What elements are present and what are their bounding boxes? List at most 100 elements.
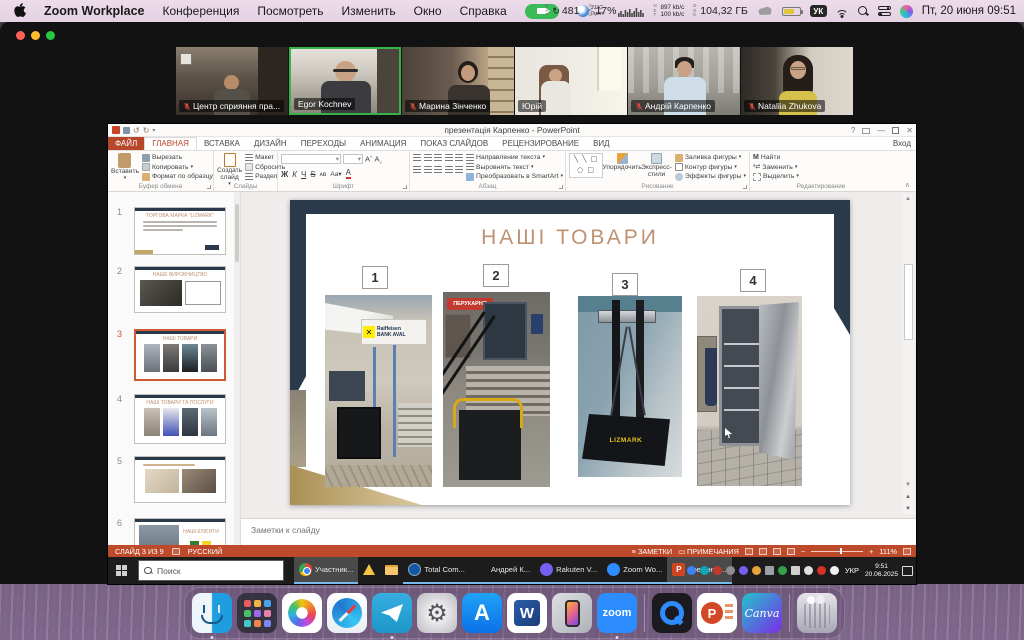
zoom-level[interactable]: 111%	[879, 547, 897, 556]
justify-button[interactable]	[445, 166, 453, 174]
battery-icon[interactable]	[782, 7, 801, 16]
telegram-icon[interactable]	[372, 593, 412, 633]
product-photo-2[interactable]: ПЕРУКАРНЯ	[443, 292, 550, 487]
spellcheck-icon[interactable]	[172, 548, 180, 555]
number-label-1[interactable]: 1	[362, 266, 388, 289]
tray-icon[interactable]	[726, 566, 735, 575]
zoom-in-button[interactable]: +	[869, 547, 873, 556]
tray-icon[interactable]	[700, 566, 709, 575]
notes-toggle[interactable]: ≡ ЗАМЕТКИ	[632, 547, 672, 556]
bullets-button[interactable]	[413, 154, 421, 162]
siri-icon[interactable]	[900, 5, 913, 18]
canva-icon[interactable]: Canva	[742, 593, 782, 633]
cut-button[interactable]: Вырезать	[142, 153, 213, 163]
tab-file[interactable]: ФАЙЛ	[108, 137, 144, 150]
text-direction-button[interactable]: Направление текста▾	[466, 153, 563, 163]
product-photo-3[interactable]: LIZMARK	[578, 296, 682, 477]
powerpoint-dock-icon[interactable]: P	[697, 593, 737, 633]
number-label-3[interactable]: 3	[612, 273, 638, 296]
char-spacing-button[interactable]: ᴀʙ	[320, 171, 327, 178]
arrange-button[interactable]: Упорядочить	[606, 153, 638, 171]
tray-language[interactable]: УКР	[843, 566, 861, 575]
editor-scrollbar[interactable]: ▲ ▼ ▲ ▼	[903, 194, 914, 514]
taskbar-viber[interactable]: Rakuten V...	[535, 557, 602, 584]
apple-menu-icon[interactable]	[14, 3, 26, 20]
taskbar-total-commander[interactable]: Total Com...	[403, 557, 470, 584]
system-settings-icon[interactable]: ⚙	[417, 593, 457, 633]
shapes-gallery[interactable]: ╲ ╲ □ ○ □△ ⌣ ⌐ } ☆	[569, 153, 603, 178]
tray-icon[interactable]	[713, 566, 722, 575]
font-name-combo[interactable]: ▾	[281, 154, 341, 164]
language-status[interactable]: РУССКИЙ	[188, 547, 223, 556]
tray-mic-icon[interactable]	[830, 566, 839, 575]
find-button[interactable]: МНайти	[753, 153, 889, 163]
photos-icon[interactable]	[282, 593, 322, 633]
tab-home[interactable]: ГЛАВНАЯ	[144, 137, 197, 150]
normal-view-button[interactable]	[745, 548, 753, 555]
underline-button[interactable]: Ч	[301, 170, 306, 179]
slide-thumbnail-4[interactable]: НАШІ ТОВАРИ ТА ПОСЛУГИ	[134, 394, 226, 444]
launchpad-icon[interactable]	[237, 593, 277, 633]
tray-icon[interactable]	[739, 566, 748, 575]
taskbar-chrome-profile[interactable]: Андрей К...	[470, 557, 535, 584]
quick-styles-button[interactable]: Экспресс-стили	[641, 153, 672, 178]
change-case-button[interactable]: Аа▾	[330, 170, 341, 178]
tray-network-icon[interactable]	[765, 566, 774, 575]
align-center-button[interactable]	[424, 166, 432, 174]
slide-title-textbox[interactable]: НАШІ ТОВАРИ	[290, 226, 850, 250]
menu-window[interactable]: Окно	[414, 4, 442, 18]
slide-thumbnail-3-selected[interactable]: НАШІ ТОВАРИ	[134, 329, 226, 381]
trash-icon[interactable]	[797, 593, 837, 633]
product-photo-4[interactable]	[697, 296, 802, 486]
tab-view[interactable]: ВИД	[586, 137, 617, 150]
safari-icon[interactable]	[327, 593, 367, 633]
select-button[interactable]: Выделить▾	[753, 172, 889, 182]
shape-fill-button[interactable]: Заливка фигуры▾	[675, 153, 746, 163]
spotlight-search-icon[interactable]	[858, 6, 869, 17]
taskbar-chrome-participant[interactable]: Участник...	[294, 557, 358, 584]
slide-sorter-view-button[interactable]	[759, 548, 767, 555]
tab-review[interactable]: РЕЦЕНЗИРОВАНИЕ	[495, 137, 586, 150]
participant-tile[interactable]: Центр сприяння пра...	[176, 47, 288, 115]
slideshow-button[interactable]	[787, 548, 795, 555]
disk-status[interactable]: DSK104,32 ГБ	[693, 4, 748, 18]
control-center-icon[interactable]	[878, 6, 891, 17]
finder-icon[interactable]	[192, 593, 232, 633]
taskbar-zoom[interactable]: Zoom Wo...	[602, 557, 667, 584]
fit-to-window-button[interactable]	[903, 548, 911, 555]
taskbar-file-explorer[interactable]	[380, 557, 403, 584]
menu-bar-clock[interactable]: Пт, 20 июня 09:51	[922, 5, 1016, 17]
tab-insert[interactable]: ВСТАВКА	[197, 137, 247, 150]
tray-battery-icon[interactable]	[791, 566, 800, 575]
font-size-combo[interactable]: ▾	[343, 154, 363, 164]
shape-outline-button[interactable]: Контур фигуры▾	[675, 163, 746, 173]
replace-button[interactable]: ᵃ⇄Заменить▾	[753, 163, 889, 173]
number-label-4[interactable]: 4	[740, 269, 766, 292]
comments-toggle[interactable]: ▭ ПРИМЕЧАНИЯ	[678, 547, 739, 556]
window-close-button[interactable]	[16, 31, 25, 40]
iphone-mirroring-icon[interactable]	[552, 593, 592, 633]
window-minimize-button[interactable]	[31, 31, 40, 40]
tab-animations[interactable]: АНИМАЦИЯ	[353, 137, 413, 150]
app-store-icon[interactable]: A	[462, 593, 502, 633]
sign-in-link[interactable]: Вход	[893, 139, 911, 148]
cpu-status[interactable]: CPU17%	[588, 4, 644, 18]
minimize-button[interactable]: —	[877, 126, 885, 135]
number-label-2[interactable]: 2	[483, 264, 509, 287]
icloud-icon[interactable]	[757, 4, 773, 18]
quicktime-icon[interactable]	[652, 593, 692, 633]
start-button[interactable]	[116, 565, 127, 576]
tray-icon[interactable]	[687, 566, 696, 575]
menu-help[interactable]: Справка	[460, 4, 507, 18]
participant-tile[interactable]: Юрій	[515, 47, 627, 115]
shape-effects-button[interactable]: Эффекты фигуры▾	[675, 172, 746, 182]
dialog-launcher[interactable]	[743, 185, 747, 189]
collapse-ribbon-button[interactable]: ∧	[905, 181, 910, 189]
tab-design[interactable]: ДИЗАЙН	[247, 137, 294, 150]
windows-search-box[interactable]: Поиск	[138, 560, 284, 581]
tray-volume-icon[interactable]	[804, 566, 813, 575]
align-text-button[interactable]: Выровнять текст▾	[466, 163, 563, 173]
slide-thumbnail-5[interactable]	[134, 456, 226, 503]
reading-view-button[interactable]	[773, 548, 781, 555]
strikethrough-button[interactable]: S	[310, 170, 315, 179]
